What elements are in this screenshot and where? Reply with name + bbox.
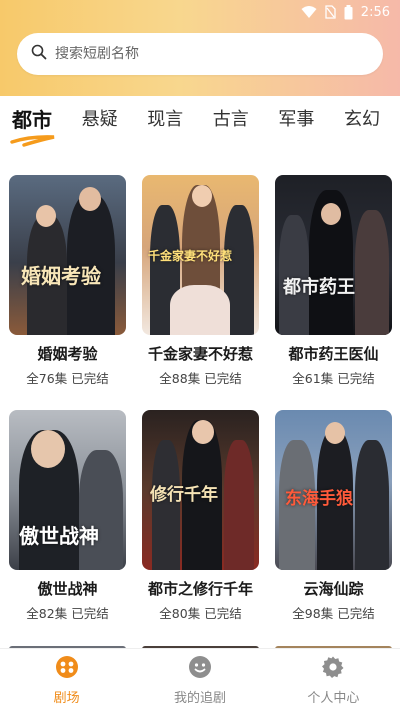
drama-poster: 都市药王 — [275, 175, 392, 335]
drama-card[interactable]: 都市药王 都市药王医仙 全61集 已完结 — [275, 175, 392, 387]
no-sim-icon — [325, 5, 336, 19]
battery-icon — [344, 4, 353, 20]
nav-label: 剧场 — [53, 691, 80, 706]
poster-title-art: 都市药王 — [283, 277, 355, 298]
tab-dushi[interactable]: 都市 — [10, 106, 55, 147]
drama-title: 傲世战神 — [37, 580, 98, 598]
tab-label: 古言 — [212, 109, 249, 130]
poster-title-art: 修行千年 — [150, 485, 218, 505]
tab-label: 现言 — [147, 109, 184, 130]
drama-title: 千金家妻不好惹 — [147, 345, 253, 363]
nav-profile[interactable]: 个人中心 — [267, 649, 400, 712]
poster-title-art: 婚姻考验 — [21, 264, 101, 288]
poster-title-art: 东海手狼 — [285, 489, 353, 509]
drama-poster: 修行千年 — [142, 410, 259, 570]
status-bar: 2:56 — [0, 0, 400, 24]
nav-label: 我的追剧 — [173, 691, 226, 706]
poster-title-art: 千金家妻不好惹 — [148, 249, 233, 263]
drama-card[interactable]: 千金家妻不好惹 千金家妻不好惹 全88集 已完结 — [142, 175, 259, 387]
clock-time: 2:56 — [360, 4, 390, 20]
drama-poster: 婚姻考验 — [9, 175, 126, 335]
tab-xianyan[interactable]: 现言 — [147, 106, 183, 146]
active-tab-underline — [10, 135, 55, 147]
drama-poster: 傲世战神 — [9, 410, 126, 570]
tab-label: 都市 — [12, 108, 52, 132]
drama-title: 都市药王医仙 — [288, 345, 379, 363]
tab-label: 玄幻 — [343, 109, 380, 130]
tab-label: 悬疑 — [81, 109, 118, 130]
tab-xuanhuan[interactable]: 玄幻 — [344, 106, 380, 146]
tab-junshi[interactable]: 军事 — [278, 106, 314, 146]
drama-poster: 千金家妻不好惹 — [142, 175, 259, 335]
drama-meta: 全76集 已完结 — [26, 371, 109, 386]
bottom-navigation: 剧场 我的追剧 个人中心 — [0, 648, 400, 712]
drama-meta: 全80集 已完结 — [159, 606, 242, 621]
nav-my-follows[interactable]: 我的追剧 — [133, 649, 266, 712]
nav-label: 个人中心 — [307, 691, 360, 706]
search-bar[interactable] — [17, 33, 383, 75]
drama-meta: 全82集 已完结 — [26, 606, 109, 621]
drama-title: 都市之修行千年 — [147, 580, 253, 598]
tab-xuanyi[interactable]: 悬疑 — [82, 106, 118, 146]
drama-card[interactable]: 东海手狼 云海仙踪 全98集 已完结 — [275, 410, 392, 622]
drama-title: 云海仙踪 — [303, 580, 364, 598]
drama-meta: 全61集 已完结 — [292, 371, 375, 386]
nav-theater[interactable]: 剧场 — [0, 649, 133, 712]
poster-title-art: 傲世战神 — [19, 524, 99, 548]
drama-card[interactable]: 修行千年 都市之修行千年 全80集 已完结 — [142, 410, 259, 622]
search-icon — [31, 44, 47, 64]
drama-meta: 全88集 已完结 — [159, 371, 242, 386]
tab-label: 军事 — [278, 109, 315, 130]
drama-title: 婚姻考验 — [37, 345, 98, 363]
drama-card[interactable]: 傲世战神 傲世战神 全82集 已完结 — [9, 410, 126, 622]
drama-poster: 东海手狼 — [275, 410, 392, 570]
wifi-icon — [301, 5, 317, 19]
gear-icon — [321, 655, 345, 683]
theater-icon — [55, 655, 79, 683]
smiley-icon — [188, 655, 212, 683]
category-tabs: 都市 悬疑 现言 古言 军事 玄幻 — [0, 106, 400, 150]
drama-card[interactable]: 婚姻考验 婚姻考验 全76集 已完结 — [9, 175, 126, 387]
search-input[interactable] — [55, 46, 355, 62]
drama-meta: 全98集 已完结 — [292, 606, 375, 621]
tab-guyan[interactable]: 古言 — [213, 106, 249, 146]
